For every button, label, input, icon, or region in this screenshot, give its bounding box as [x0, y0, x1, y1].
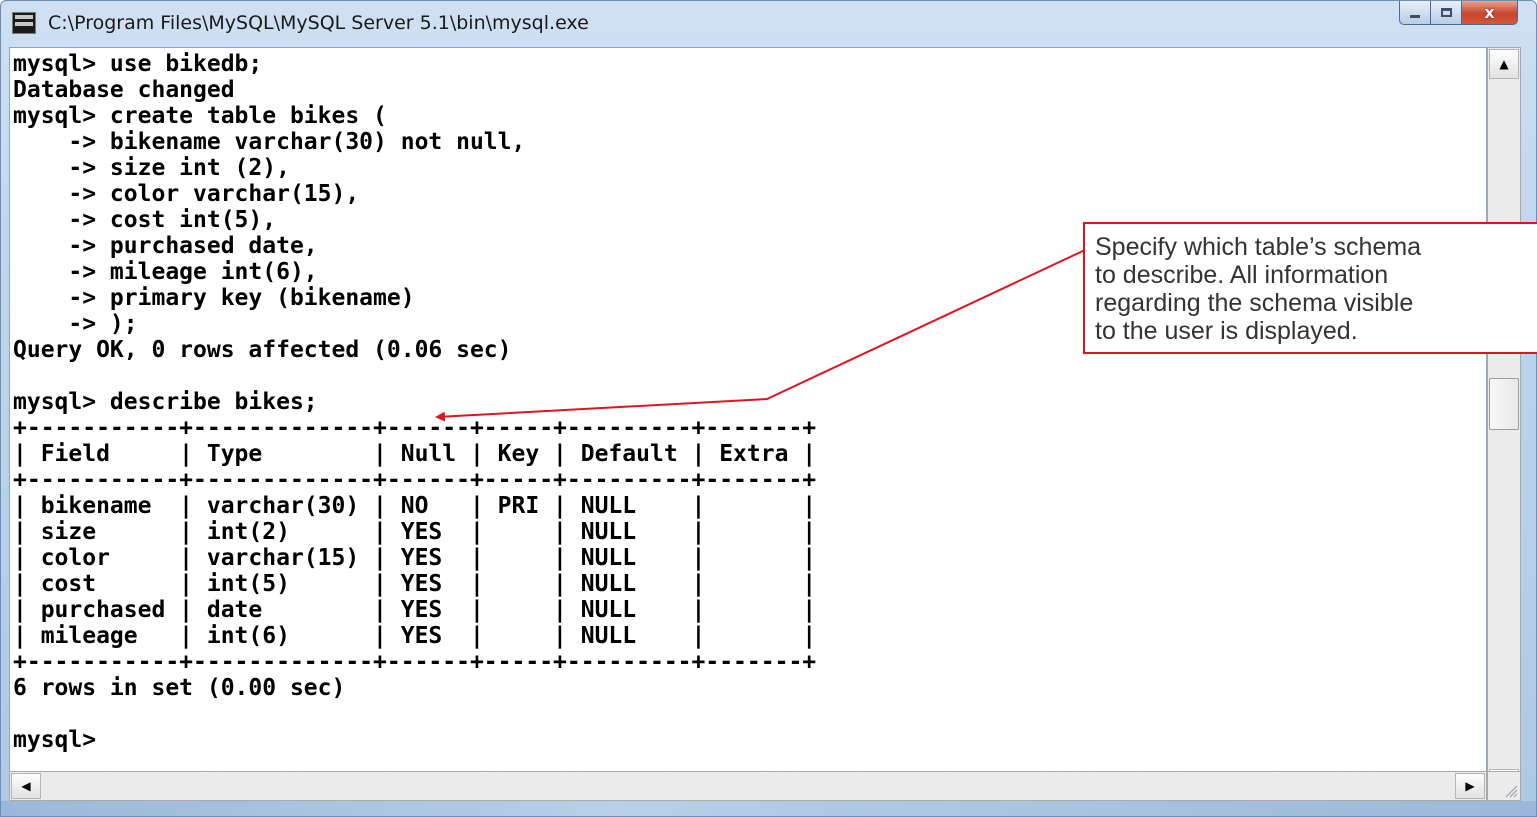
minimize-button[interactable] — [1399, 1, 1431, 25]
scroll-left-button[interactable]: ◀ — [11, 773, 41, 799]
console-line: -> cost int(5), — [13, 207, 277, 233]
console-output-area[interactable]: mysql> use bikedb; Database changed mysql>… — [9, 47, 1487, 801]
title-bar[interactable]: C:\Program Files\MySQL\MySQL Server 5.1\… — [1, 1, 1536, 47]
console-line: -> primary key (bikename) — [13, 285, 415, 311]
console-line: Database changed — [13, 77, 235, 103]
console-line: -> size int (2), — [13, 155, 290, 181]
window-bottom-frame — [1, 801, 1536, 816]
callout-line: Specify which table’s schema — [1095, 233, 1422, 261]
console-line: +-----------+-------------+------+-----+… — [13, 467, 817, 493]
console-line: | cost | int(5) | YES | | NULL | | — [13, 571, 817, 597]
vertical-scroll-thumb[interactable] — [1489, 378, 1519, 430]
console-line: | size | int(2) | YES | | NULL | | — [13, 519, 817, 545]
console-text: mysql> use bikedb; Database changed mysql>… — [13, 51, 816, 753]
callout-line: regarding the schema visible — [1095, 289, 1414, 317]
maximize-icon — [1440, 8, 1452, 17]
arrow-left-icon: ◀ — [21, 779, 31, 793]
console-line: 6 rows in set (0.00 sec) — [13, 675, 346, 701]
window-title: C:\Program Files\MySQL\MySQL Server 5.1\… — [48, 12, 589, 34]
console-line: -> mileage int(6), — [13, 259, 318, 285]
console-line: -> color varchar(15), — [13, 181, 360, 207]
callout-line: to describe. All information — [1095, 261, 1389, 289]
resize-grip-icon — [1505, 785, 1518, 798]
horizontal-scrollbar[interactable]: ◀ ▶ — [9, 771, 1487, 801]
annotation-callout: Specify which table’s schema to describe… — [1083, 222, 1537, 354]
maximize-button[interactable] — [1431, 1, 1462, 25]
console-app-icon[interactable] — [12, 12, 36, 34]
arrow-up-icon: ▲ — [1499, 57, 1509, 71]
console-line: mysql> use bikedb; — [13, 51, 263, 77]
console-line: | Field | Type | Null | Key | Default | … — [13, 441, 817, 467]
console-line: | mileage | int(6) | YES | | NULL | | — [13, 623, 817, 649]
console-line: | color | varchar(15) | YES | | NULL | | — [13, 545, 817, 571]
console-line: +-----------+-------------+------+-----+… — [13, 649, 817, 675]
console-line: mysql> describe bikes; — [13, 389, 318, 415]
close-button[interactable]: x — [1462, 1, 1518, 25]
caption-buttons: x — [1399, 1, 1518, 27]
scroll-right-button[interactable]: ▶ — [1455, 773, 1485, 799]
scroll-up-button[interactable]: ▲ — [1489, 49, 1519, 79]
console-line: -> ); — [13, 311, 138, 337]
arrow-right-icon: ▶ — [1465, 779, 1475, 793]
console-line: +-----------+-------------+------+-----+… — [13, 415, 817, 441]
console-line: -> bikename varchar(30) not null, — [13, 129, 526, 155]
console-line: -> purchased date, — [13, 233, 318, 259]
vertical-scrollbar[interactable]: ▲ ▼ — [1487, 47, 1521, 801]
console-line: Query OK, 0 rows affected (0.06 sec) — [13, 337, 512, 363]
close-icon: x — [1484, 3, 1495, 22]
callout-line: to the user is displayed. — [1095, 317, 1358, 345]
console-line: mysql> create table bikes ( — [13, 103, 387, 129]
minimize-icon — [1410, 15, 1420, 18]
console-line: | bikename | varchar(30) | NO | PRI | NU… — [13, 493, 817, 519]
resize-grip[interactable] — [1487, 771, 1521, 801]
console-window: C:\Program Files\MySQL\MySQL Server 5.1\… — [0, 0, 1537, 817]
console-line: | purchased | date | YES | | NULL | | — [13, 597, 817, 623]
console-line: mysql> — [13, 727, 97, 753]
